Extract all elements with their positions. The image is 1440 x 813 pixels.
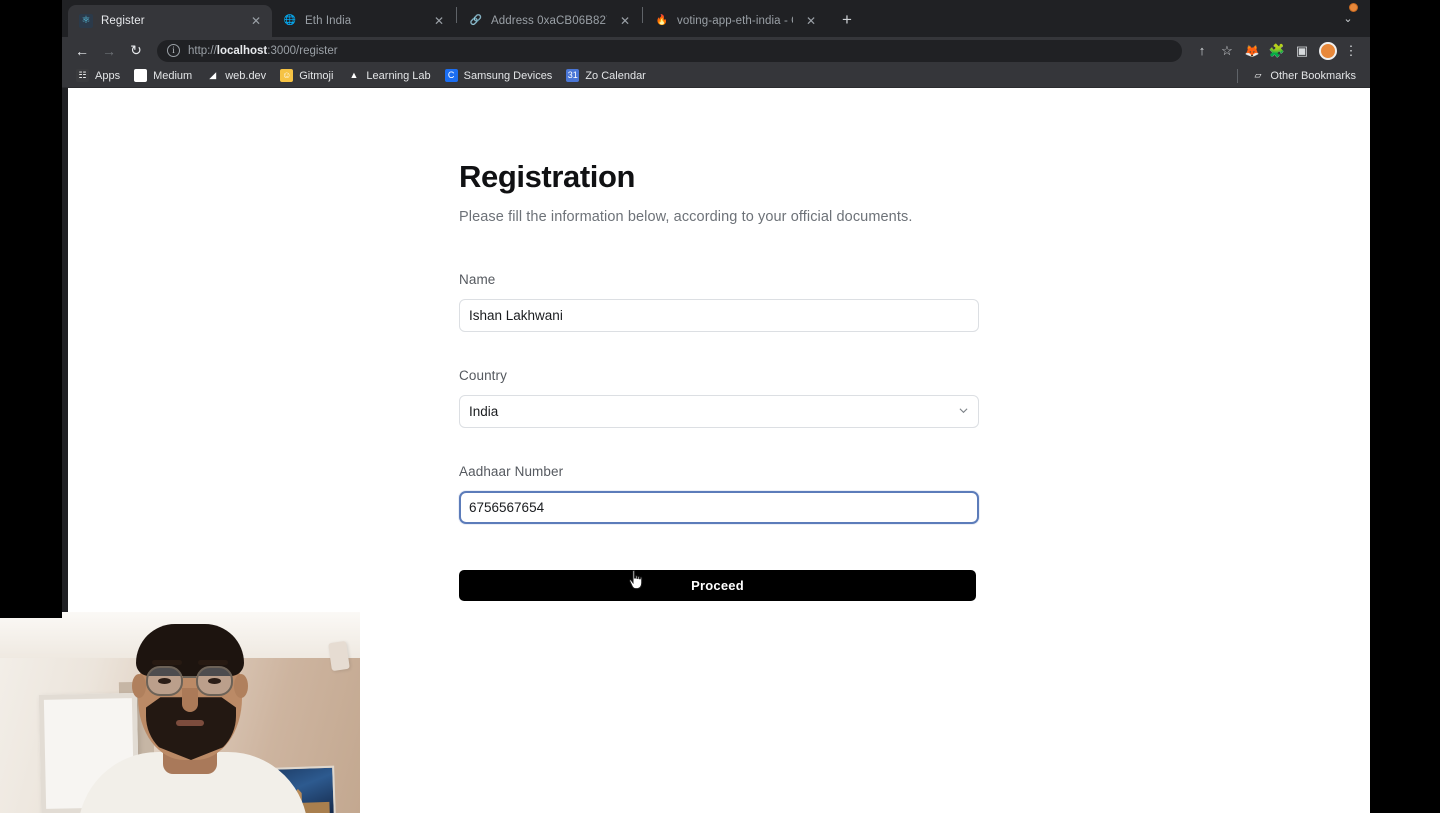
- page-subtitle: Please fill the information below, accor…: [459, 209, 913, 226]
- webcam-person-eyebrow-left: [152, 660, 182, 665]
- bookmark-label: Samsung Devices: [463, 69, 553, 82]
- bookmark-label: Zo Calendar: [585, 69, 646, 82]
- chevron-down-icon[interactable]: ⌄: [1334, 5, 1362, 33]
- profile-indicator-dot: [1349, 3, 1358, 12]
- bookmark-samsung-devices[interactable]: C Samsung Devices: [438, 66, 560, 86]
- folder-icon: ▱: [1254, 70, 1262, 80]
- bookmark-medium[interactable]: M Medium: [127, 66, 199, 86]
- webcam-person-ear-left: [132, 674, 146, 698]
- avatar[interactable]: [1319, 41, 1337, 60]
- webdev-icon: ◢: [209, 70, 217, 80]
- webcam-overlay: [0, 612, 360, 813]
- tab-close-button[interactable]: ✕: [248, 13, 264, 29]
- firebase-icon: 🔥: [655, 15, 669, 26]
- page-content: Registration Please fill the information…: [68, 88, 1370, 602]
- bookmark-label: Medium: [153, 69, 193, 82]
- tab-title: Address 0xaCB06B82787705b: [491, 15, 607, 27]
- tab-close-button[interactable]: ✕: [803, 13, 819, 29]
- field-group-country: Country India: [459, 368, 979, 429]
- bookmark-label: Gitmoji: [299, 69, 334, 82]
- url-text: http://localhost:3000/register: [188, 45, 338, 57]
- webcam-corner-mask: [0, 612, 62, 618]
- gitmoji-icon: ☺: [280, 69, 294, 82]
- browser-tab-register[interactable]: ⚛ Register ✕: [68, 5, 272, 37]
- bookmark-label: web.dev: [225, 69, 267, 82]
- webcam-person: [0, 612, 360, 813]
- share-icon[interactable]: ↑: [1191, 40, 1213, 62]
- extensions-puzzle-icon[interactable]: 🧩: [1266, 40, 1288, 62]
- reload-icon[interactable]: ↻: [124, 39, 148, 63]
- url-prefix: http://: [188, 44, 217, 57]
- metamask-icon[interactable]: 🦊: [1241, 40, 1263, 62]
- screen-root: ⚛ Register ✕ 🌐 Eth India ✕ 🔗 Address 0xa…: [0, 0, 1440, 813]
- webcam-person-nose: [182, 688, 198, 712]
- tab-close-button[interactable]: ✕: [617, 13, 633, 29]
- url-suffix: :3000/register: [267, 44, 338, 57]
- country-select[interactable]: India: [459, 395, 979, 429]
- apps-grid-icon: ☷: [76, 69, 89, 82]
- aadhaar-input[interactable]: [459, 491, 979, 525]
- medium-icon: M: [134, 69, 148, 82]
- proceed-button[interactable]: Proceed: [459, 570, 976, 602]
- webcam-person-ear-right: [234, 674, 248, 698]
- name-input[interactable]: [459, 299, 979, 333]
- forward-icon[interactable]: →: [97, 39, 121, 63]
- bookmark-webdev[interactable]: ◢ web.dev: [199, 66, 273, 86]
- other-bookmarks-button[interactable]: ▱ Other Bookmarks: [1244, 66, 1363, 86]
- country-select-wrap: India: [459, 395, 979, 429]
- aadhaar-label: Aadhaar Number: [459, 464, 564, 480]
- react-icon: ⚛: [79, 14, 93, 28]
- browser-tab-address[interactable]: 🔗 Address 0xaCB06B82787705b ✕: [458, 5, 641, 37]
- back-icon[interactable]: ←: [70, 39, 94, 63]
- browser-menu-icon[interactable]: ⋮: [1340, 40, 1362, 62]
- side-panel-icon[interactable]: ▣: [1291, 40, 1313, 62]
- browser-tab-eth-india[interactable]: 🌐 Eth India ✕: [272, 5, 455, 37]
- bookmark-label: Apps: [95, 69, 121, 82]
- bookmark-star-icon[interactable]: ☆: [1216, 40, 1238, 62]
- tab-title: Eth India: [305, 15, 352, 27]
- webcam-person-eye-left: [158, 678, 171, 684]
- webcam-person-eyebrow-right: [198, 660, 228, 665]
- bookmark-gitmoji[interactable]: ☺ Gitmoji: [273, 66, 340, 86]
- other-bookmarks-label: Other Bookmarks: [1270, 69, 1356, 82]
- url-host: localhost: [216, 44, 268, 57]
- tab-strip: ⚛ Register ✕ 🌐 Eth India ✕ 🔗 Address 0xa…: [62, 0, 1370, 37]
- bookmarks-bar: ☷ Apps M Medium ◢ web.dev ☺ Gitmoji ▲ Le…: [62, 64, 1370, 88]
- bookmarks-divider: [1237, 68, 1239, 83]
- new-tab-button[interactable]: +: [833, 6, 861, 34]
- samsung-icon: C: [444, 69, 458, 82]
- field-group-aadhaar: Aadhaar Number: [459, 464, 979, 525]
- webcam-person-eye-right: [208, 678, 221, 684]
- page-title: Registration: [459, 159, 636, 194]
- bookmark-label: Learning Lab: [366, 69, 431, 82]
- webcam-person-lips: [176, 720, 204, 726]
- tab-separator: [456, 6, 457, 23]
- tab-title: voting-app-eth-india - Cloud F: [677, 15, 793, 27]
- browser-toolbar: ← → ↻ i http://localhost:3000/register ↑…: [62, 37, 1370, 64]
- tab-title: Register: [101, 15, 145, 27]
- learning-lab-icon: ▲: [349, 70, 359, 80]
- bookmark-zo-calendar[interactable]: 31 Zo Calendar: [559, 66, 653, 86]
- browser-tab-voting-app[interactable]: 🔥 voting-app-eth-india - Cloud F ✕: [644, 5, 827, 37]
- chain-icon: 🔗: [469, 15, 483, 26]
- name-label: Name: [459, 272, 496, 288]
- country-label: Country: [459, 368, 507, 384]
- globe-icon: 🌐: [283, 15, 297, 26]
- webcam-person-glasses-bridge: [183, 676, 196, 678]
- registration-form: Registration Please fill the information…: [459, 159, 979, 602]
- tab-close-button[interactable]: ✕: [431, 13, 447, 29]
- field-group-name: Name: [459, 272, 979, 333]
- site-info-icon[interactable]: i: [167, 44, 180, 57]
- tab-separator: [642, 6, 643, 23]
- calendar-icon: 31: [566, 69, 580, 82]
- address-bar[interactable]: i http://localhost:3000/register: [157, 39, 1182, 62]
- bookmark-learning-lab[interactable]: ▲ Learning Lab: [340, 66, 437, 86]
- bookmark-apps[interactable]: ☷ Apps: [69, 66, 127, 86]
